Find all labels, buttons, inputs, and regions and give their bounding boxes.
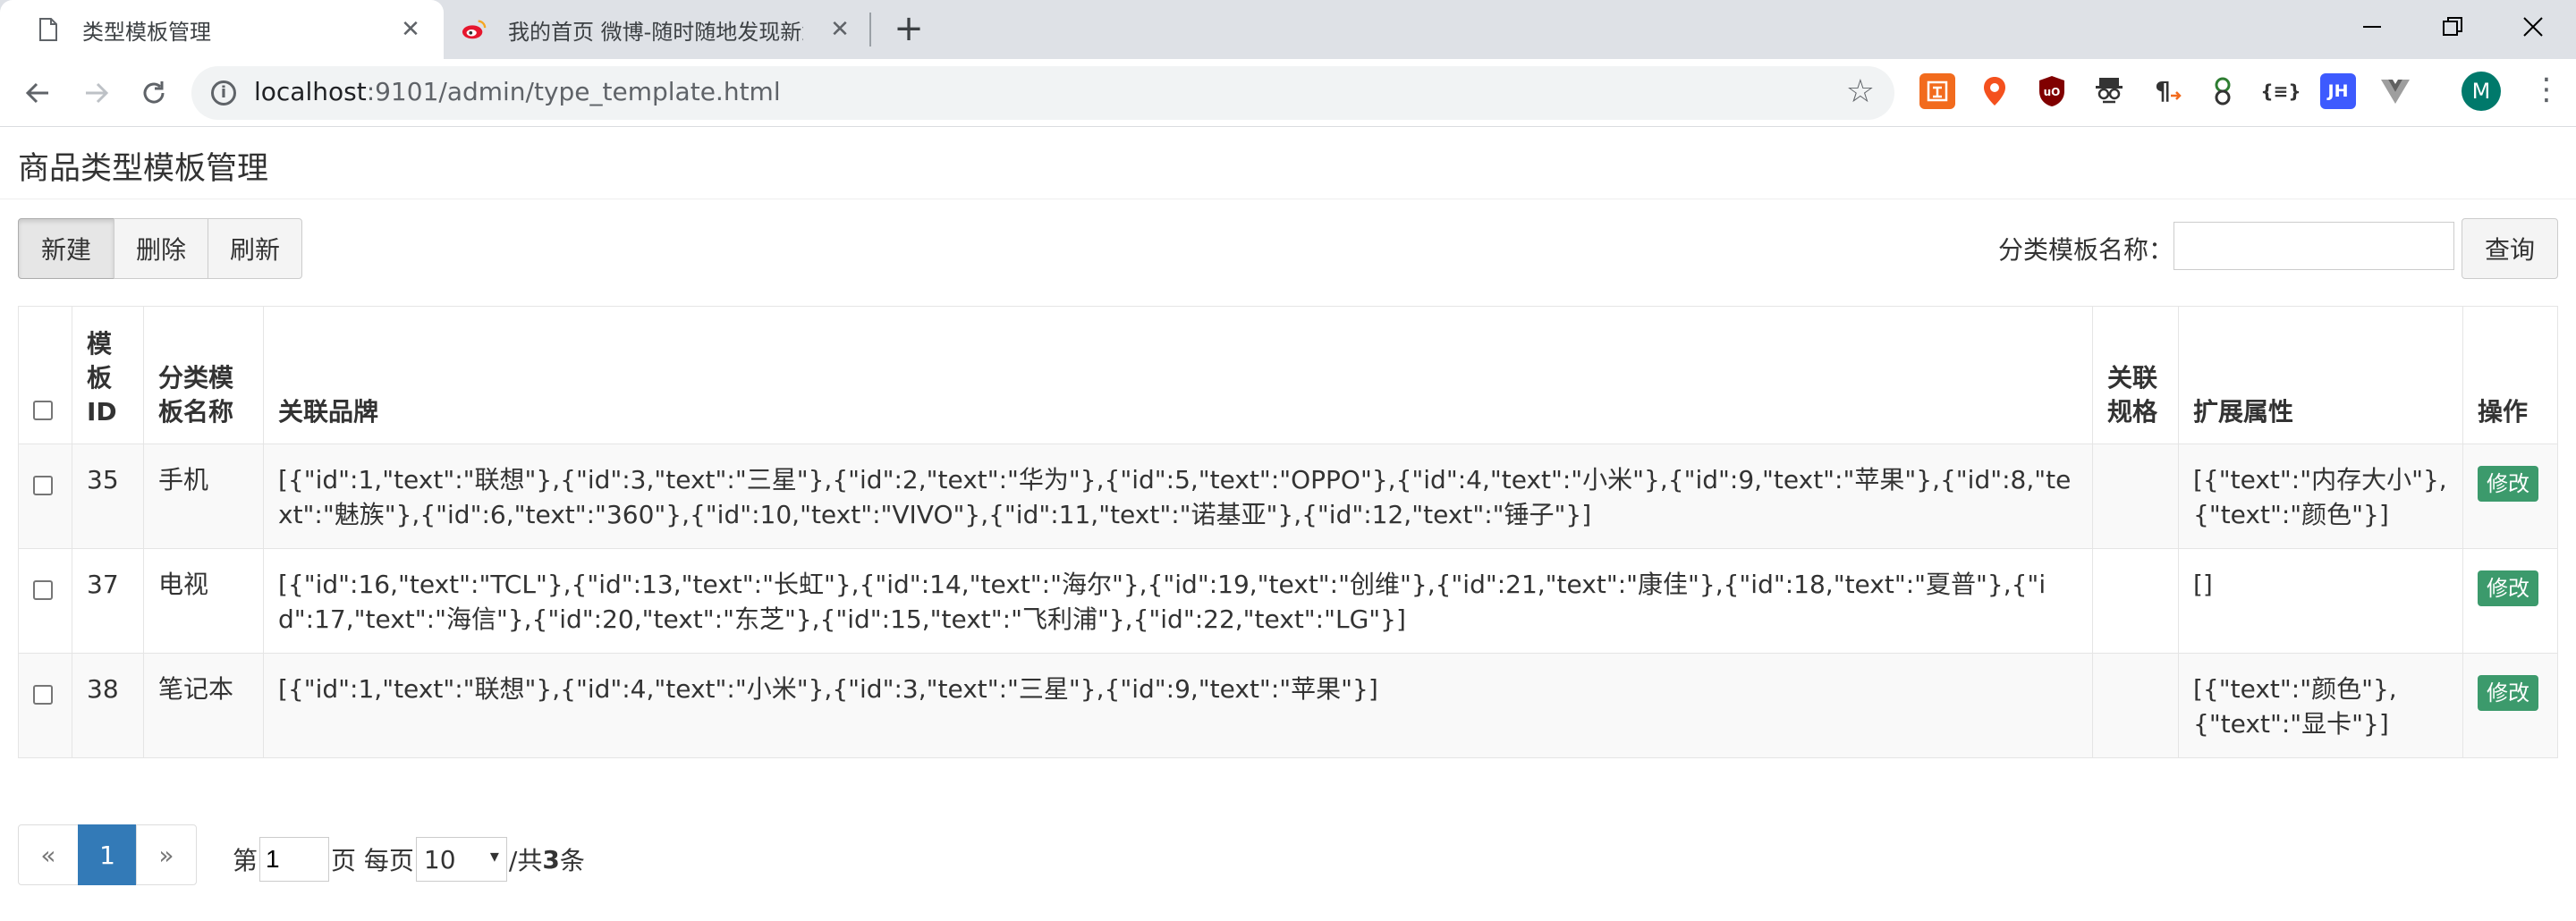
select-all-header: [18, 306, 72, 444]
close-tab-icon[interactable]: ✕: [397, 16, 424, 43]
browser-toolbar: i localhost:9101/admin/type_template.htm…: [0, 59, 2576, 127]
prev-page-button[interactable]: «: [18, 824, 79, 885]
json-viewer-icon[interactable]: {≡}: [2259, 73, 2302, 109]
minimize-icon[interactable]: [2327, 0, 2417, 54]
page-number-input[interactable]: [259, 837, 330, 882]
tab-type-template[interactable]: 类型模板管理 ✕: [0, 0, 444, 59]
jh-icon[interactable]: JH: [2320, 73, 2356, 109]
next-page-button[interactable]: »: [136, 824, 197, 885]
type-template-table: 模板ID 分类模板名称 关联品牌 关联规格 扩展属性 操作 35 手机 [{"i…: [18, 306, 2558, 758]
per-page-prefix: 页 每页: [331, 846, 414, 875]
total-suffix: 条: [559, 846, 585, 875]
row-checkbox[interactable]: [33, 685, 53, 705]
address-bar[interactable]: i localhost:9101/admin/type_template.htm…: [191, 66, 1894, 120]
action-button-group: 新建 删除 刷新: [18, 218, 302, 279]
template-brands: [{"id":16,"text":"TCL"},{"id":13,"text":…: [263, 548, 2093, 654]
header-brands: 关联品牌: [263, 306, 2093, 444]
operation-cell: 修改: [2462, 653, 2558, 758]
ext-spy-icon[interactable]: [2091, 73, 2127, 109]
template-name-search-input[interactable]: [2174, 222, 2454, 270]
new-button[interactable]: 新建: [18, 218, 114, 279]
template-attrs: [{"text":"内存大小"},{"text":"颜色"}]: [2178, 444, 2463, 549]
svg-text:¶: ¶: [2155, 76, 2171, 106]
ext-location-icon[interactable]: [1977, 73, 2012, 109]
header-attrs: 扩展属性: [2178, 306, 2463, 444]
edit-button[interactable]: 修改: [2478, 466, 2538, 502]
header-template-name: 分类模板名称: [143, 306, 264, 444]
row-checkbox[interactable]: [33, 476, 53, 495]
table-header-row: 模板ID 分类模板名称 关联品牌 关联规格 扩展属性 操作: [18, 306, 2558, 444]
ublock-icon[interactable]: uO: [2034, 73, 2070, 109]
dropdown-arrow-icon: ▾: [489, 845, 499, 866]
url-host: localhost: [254, 77, 367, 106]
more-menu-icon[interactable]: ⋮: [2531, 72, 2562, 111]
new-tab-plus-icon[interactable]: +: [889, 11, 928, 50]
row-checkbox-cell: [18, 548, 72, 654]
page-size-value: 10: [423, 844, 456, 875]
back-arrow-icon[interactable]: [18, 73, 57, 113]
tab-divider: [869, 13, 871, 46]
table-row: 37 电视 [{"id":16,"text":"TCL"},{"id":13,"…: [18, 548, 2558, 654]
page-title: 商品类型模板管理: [18, 151, 269, 187]
header-template-id: 模板ID: [72, 306, 144, 444]
template-name: 笔记本: [143, 653, 264, 758]
bookmark-star-icon[interactable]: ☆: [1846, 73, 1875, 110]
row-checkbox[interactable]: [33, 580, 53, 600]
edit-button[interactable]: 修改: [2478, 570, 2538, 606]
template-name: 电视: [143, 548, 264, 654]
template-spec: [2092, 444, 2179, 549]
template-brands: [{"id":1,"text":"联想"},{"id":3,"text":"三星…: [263, 444, 2093, 549]
weibo-icon: [462, 17, 487, 42]
template-attrs: [{"text":"颜色"},{"text":"显卡"}]: [2178, 653, 2463, 758]
table-row: 38 笔记本 [{"id":1,"text":"联想"},{"id":4,"te…: [18, 653, 2558, 758]
template-spec: [2092, 548, 2179, 654]
url-path: :9101/admin/type_template.html: [366, 77, 781, 106]
header-operation: 操作: [2462, 306, 2558, 444]
forward-arrow-icon[interactable]: [77, 73, 116, 113]
browser-tabbar: 类型模板管理 ✕ 我的首页 微博-随时随地发现新鲜 ✕ +: [0, 0, 2576, 59]
search-label: 分类模板名称：: [1998, 235, 2174, 265]
ext-orange-icon[interactable]: [1919, 73, 1955, 109]
reload-icon[interactable]: [134, 73, 174, 113]
template-name: 手机: [143, 444, 264, 549]
document-icon: [36, 17, 61, 42]
ext-pilcrow-icon[interactable]: ¶: [2148, 73, 2184, 109]
url-text: localhost:9101/admin/type_template.html: [254, 77, 781, 106]
refresh-button[interactable]: 刷新: [208, 218, 302, 279]
pagination: « 1 »: [18, 824, 197, 885]
tab-weibo[interactable]: 我的首页 微博-随时随地发现新鲜 ✕: [447, 0, 873, 59]
search-button[interactable]: 查询: [2462, 218, 2558, 279]
total-prefix: /共: [508, 846, 543, 875]
operation-cell: 修改: [2462, 548, 2558, 654]
template-attrs: []: [2178, 548, 2463, 654]
vue-devtools-icon[interactable]: [2377, 73, 2413, 109]
table-row: 35 手机 [{"id":1,"text":"联想"},{"id":3,"tex…: [18, 444, 2558, 549]
close-tab-icon[interactable]: ✕: [826, 16, 853, 43]
edit-button[interactable]: 修改: [2478, 675, 2538, 711]
row-checkbox-cell: [18, 653, 72, 758]
profile-avatar[interactable]: M: [2462, 72, 2501, 111]
delete-button[interactable]: 删除: [114, 218, 208, 279]
template-spec: [2092, 653, 2179, 758]
template-id: 38: [72, 653, 144, 758]
total-count: 3: [542, 844, 560, 875]
template-id: 37: [72, 548, 144, 654]
page-prefix: 第: [233, 846, 258, 875]
tab-title: 类型模板管理: [82, 19, 211, 45]
ext-leaf-icon[interactable]: [2206, 73, 2241, 109]
row-checkbox-cell: [18, 444, 72, 549]
current-page-button[interactable]: 1: [78, 824, 137, 885]
site-info-icon[interactable]: i: [211, 80, 236, 106]
page-size-select[interactable]: 10 ▾: [415, 837, 507, 882]
svg-text:uO: uO: [2044, 86, 2061, 98]
pagination-info: 第 页 每页 10 ▾ /共 3 条: [233, 837, 585, 882]
tab-title: 我的首页 微博-随时随地发现新鲜: [508, 19, 803, 45]
template-brands: [{"id":1,"text":"联想"},{"id":4,"text":"小米…: [263, 653, 2093, 758]
window-close-icon[interactable]: [2488, 0, 2576, 54]
select-all-checkbox[interactable]: [33, 401, 53, 420]
header-spec: 关联规格: [2092, 306, 2179, 444]
operation-cell: 修改: [2462, 444, 2558, 549]
template-id: 35: [72, 444, 144, 549]
restore-icon[interactable]: [2408, 0, 2497, 54]
